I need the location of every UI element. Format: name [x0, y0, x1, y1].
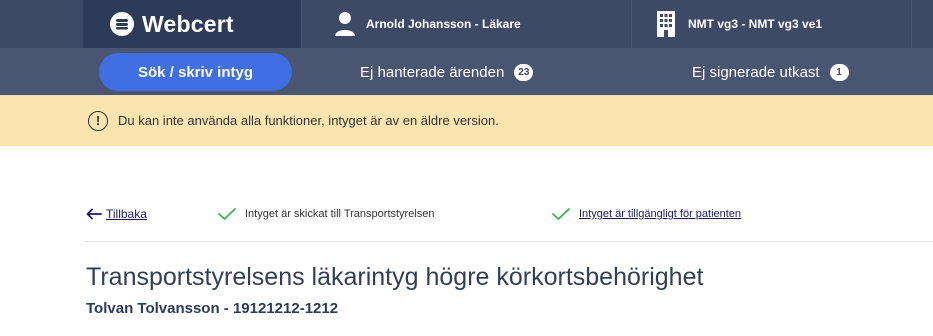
- arrow-left-icon: [86, 208, 102, 220]
- unhandled-count-badge: 23: [514, 63, 534, 81]
- back-label: Tillbaka: [106, 207, 147, 221]
- search-write-button[interactable]: Sök / skriv intyg: [99, 53, 292, 91]
- info-icon: !: [88, 110, 108, 131]
- status-available[interactable]: Intyget är tillgängligt för patienten: [551, 207, 741, 221]
- webcert-logo[interactable]: Webcert: [110, 10, 234, 37]
- user-label: Arnold Johansson - Läkare: [366, 17, 521, 31]
- building-icon: [657, 11, 675, 37]
- unit-label: NMT vg3 - NMT vg3 ve1: [688, 17, 823, 31]
- banner-text: Du kan inte använda alla funktioner, int…: [118, 113, 499, 128]
- unit-menu[interactable]: NMT vg3 - NMT vg3 ve1: [631, 0, 911, 48]
- logo-text: Webcert: [142, 10, 234, 37]
- divider: [83, 241, 933, 242]
- status-available-link: Intyget är tillgängligt för patienten: [579, 208, 742, 220]
- old-version-banner: ! Du kan inte använda alla funktioner, i…: [0, 95, 933, 146]
- check-icon: [552, 208, 570, 220]
- status-sent: Intyget är skickat till Transportstyrels…: [217, 207, 435, 221]
- status-sent-text: Intyget är skickat till Transportstyrels…: [245, 208, 435, 220]
- header-spacer: [911, 0, 933, 48]
- nav-unhandled-label: Ej hanterade ärenden: [360, 63, 505, 81]
- certificate-title: Transportstyrelsens läkarintyg högre kör…: [86, 263, 704, 291]
- webcert-logo-icon: [110, 12, 134, 36]
- user-menu[interactable]: Arnold Johansson - Läkare: [301, 0, 631, 48]
- nav-unhandled-issues[interactable]: Ej hanterade ärenden 23: [360, 53, 534, 91]
- back-link[interactable]: Tillbaka: [86, 207, 147, 221]
- user-icon: [335, 12, 355, 36]
- unsigned-count-badge: 1: [829, 63, 849, 81]
- patient-name: Tolvan Tolvansson - 19121212-1212: [86, 300, 339, 317]
- nav-unsigned-label: Ej signerade utkast: [692, 63, 820, 81]
- nav-unsigned-drafts[interactable]: Ej signerade utkast 1: [692, 53, 849, 91]
- check-icon: [218, 208, 236, 220]
